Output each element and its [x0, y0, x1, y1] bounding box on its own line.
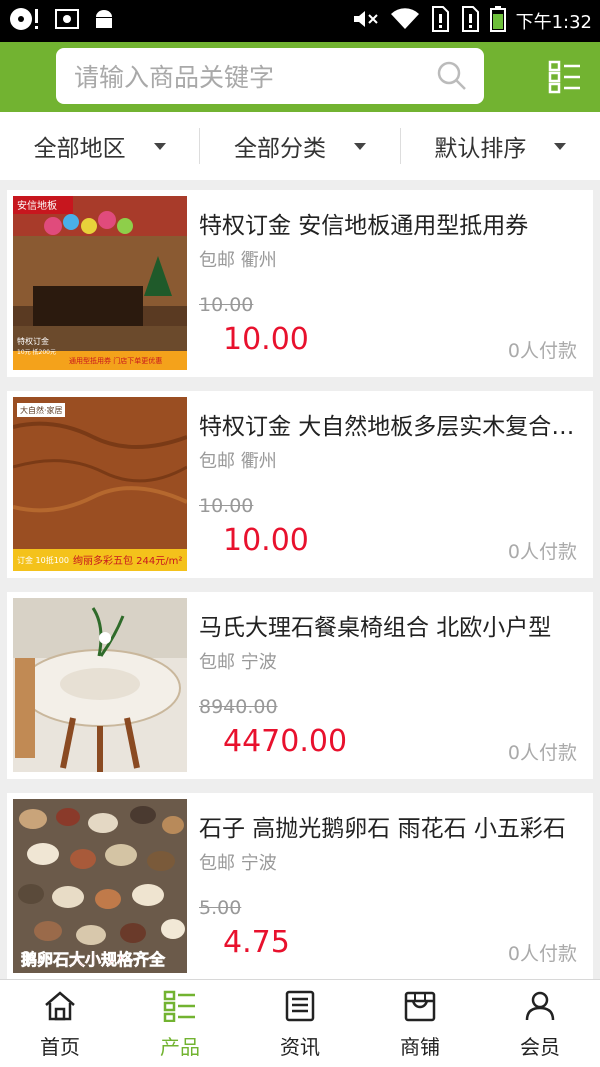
- product-sales: 0人付款: [507, 340, 577, 362]
- battery-icon: [489, 6, 506, 36]
- product-image[interactable]: 大自然·家居 订金 10抵100 绚丽多彩五包 244元/m²: [13, 397, 187, 571]
- tab-news[interactable]: 资讯: [240, 980, 360, 1067]
- chevron-down-icon: [554, 142, 567, 150]
- thumb-text: 10元 抵200元: [17, 348, 56, 356]
- tab-home[interactable]: 首页: [0, 980, 120, 1067]
- product-old-price: 5.00: [199, 897, 242, 919]
- product-card[interactable]: 大自然·家居 订金 10抵100 绚丽多彩五包 244元/m² 特权订金 大自然…: [7, 391, 593, 578]
- product-shipping: 包邮 衢州: [199, 451, 277, 472]
- product-price: 4.75: [223, 925, 290, 960]
- thumb-text: 大自然·家居: [20, 405, 63, 415]
- app-header: 请输入商品关键字: [0, 42, 600, 112]
- bottom-tabbar: 首页 产品 资讯 商铺 会员: [0, 979, 600, 1067]
- sim1-icon: [430, 6, 450, 36]
- search-input[interactable]: 请输入商品关键字: [56, 48, 484, 104]
- product-grid-icon: [163, 990, 197, 1027]
- product-price: 10.00: [223, 322, 309, 357]
- tab-store-label: 商铺: [400, 1035, 440, 1059]
- product-price: 10.00: [223, 523, 309, 558]
- thumb-text: 特权订金: [17, 336, 49, 346]
- filter-category-label: 全部分类: [233, 136, 326, 162]
- product-image[interactable]: 鹅卵石大小规格齐全: [13, 799, 187, 973]
- filter-sort[interactable]: 默认排序: [401, 128, 600, 164]
- product-title: 特权订金 安信地板通用型抵用券: [199, 213, 529, 239]
- product-shipping: 包邮 宁波: [199, 652, 277, 673]
- thumb-text: 订金 10抵100: [17, 555, 69, 565]
- tab-news-label: 资讯: [280, 1035, 320, 1059]
- status-time: 下午1:32: [515, 12, 592, 33]
- product-shipping: 包邮 衢州: [199, 250, 277, 271]
- product-old-price: 10.00: [199, 294, 254, 316]
- status-bar: 下午1:32: [0, 0, 600, 42]
- wifi-icon: [390, 7, 420, 35]
- music-disc-icon: [8, 6, 42, 36]
- screenshot-icon: [54, 7, 80, 35]
- product-card[interactable]: 马氏大理石餐桌椅组合 北欧小户型 包邮 宁波 8940.00 4470.00 0…: [7, 592, 593, 779]
- tab-store[interactable]: 商铺: [360, 980, 480, 1067]
- product-image[interactable]: [13, 598, 187, 772]
- store-icon: [403, 990, 437, 1027]
- product-sales: 0人付款: [507, 742, 577, 764]
- product-old-price: 8940.00: [199, 696, 278, 718]
- product-title: 特权订金 大自然地板多层实木复合地板: [199, 414, 581, 440]
- thumb-text: 绚丽多彩五包 244元/m²: [73, 554, 182, 567]
- category-menu-icon[interactable]: [548, 60, 582, 98]
- tab-product[interactable]: 产品: [120, 980, 240, 1067]
- filter-sort-label: 默认排序: [434, 136, 527, 162]
- product-old-price: 10.00: [199, 495, 254, 517]
- tab-member-label: 会员: [520, 1035, 560, 1059]
- product-sales: 0人付款: [507, 943, 577, 965]
- product-shipping: 包邮 宁波: [199, 853, 277, 874]
- tab-product-label: 产品: [160, 1035, 200, 1059]
- thumb-text: 鹅卵石大小规格齐全: [21, 950, 166, 969]
- tab-member[interactable]: 会员: [480, 980, 600, 1067]
- product-image[interactable]: 安信地板 特权订金 10元 抵200元 通用型抵用券 门店下单更优惠: [13, 196, 187, 370]
- product-card[interactable]: 安信地板 特权订金 10元 抵200元 通用型抵用券 门店下单更优惠 特权订金 …: [7, 190, 593, 377]
- filter-bar: 全部地区 全部分类 默认排序: [0, 112, 600, 180]
- chevron-down-icon: [153, 142, 166, 150]
- filter-category[interactable]: 全部分类: [200, 128, 401, 164]
- tab-home-label: 首页: [40, 1035, 80, 1059]
- product-title: 石子 高抛光鹅卵石 雨花石 小五彩石: [199, 816, 566, 842]
- sim2-icon: [460, 6, 480, 36]
- home-icon: [43, 990, 77, 1027]
- product-price: 4470.00: [223, 724, 348, 759]
- search-placeholder: 请输入商品关键字: [74, 63, 275, 92]
- product-title: 马氏大理石餐桌椅组合 北欧小户型: [199, 615, 552, 641]
- product-card[interactable]: 鹅卵石大小规格齐全 石子 高抛光鹅卵石 雨花石 小五彩石 包邮 宁波 5.00 …: [7, 793, 593, 980]
- filter-region[interactable]: 全部地区: [0, 128, 201, 164]
- chevron-down-icon: [353, 142, 366, 150]
- android-icon: [92, 7, 116, 35]
- product-sales: 0人付款: [507, 541, 577, 563]
- news-icon: [283, 990, 317, 1027]
- filter-region-label: 全部地区: [33, 136, 126, 162]
- search-icon[interactable]: [436, 60, 468, 96]
- thumb-text: 通用型抵用券 门店下单更优惠: [69, 356, 162, 365]
- mute-icon: [352, 7, 380, 35]
- user-icon: [523, 990, 557, 1027]
- thumb-text: 安信地板: [17, 199, 57, 212]
